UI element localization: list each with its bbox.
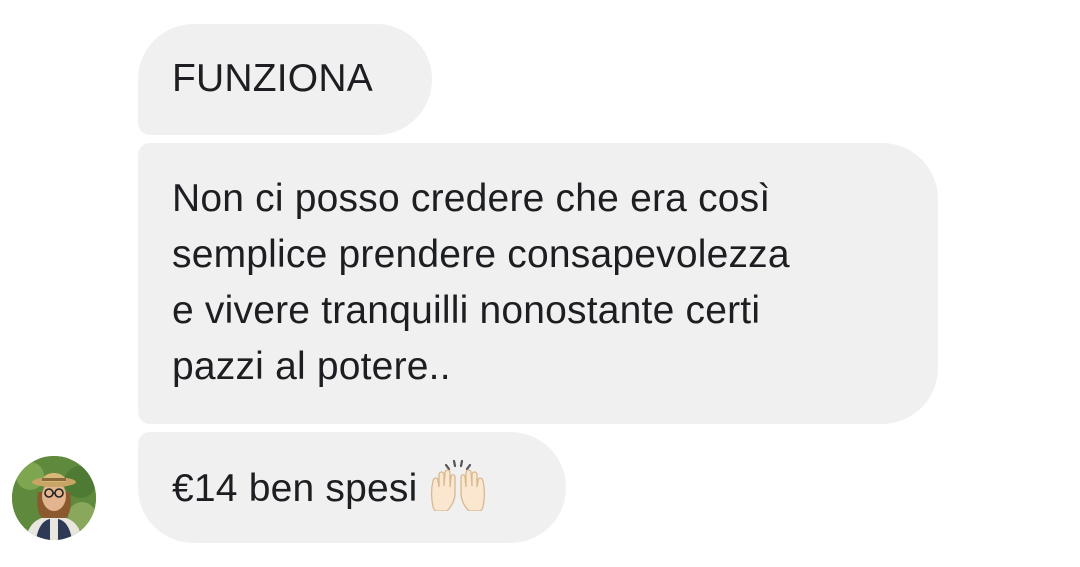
raising-hands-icon <box>427 459 489 511</box>
sender-avatar[interactable] <box>12 456 96 540</box>
message-bubble-long[interactable]: Non ci posso credere che era così sempli… <box>138 143 938 424</box>
message-bubble-funziona[interactable]: FUNZIONA <box>138 24 432 135</box>
message-text: FUNZIONA <box>172 57 373 100</box>
message-text: €14 ben spesi <box>172 467 418 510</box>
message-line: Non ci posso credere che era così <box>172 177 771 220</box>
message-bubble-price[interactable]: €14 ben spesi <box>138 432 566 543</box>
message-line: e vivere tranquilli nonostante certi <box>172 289 761 332</box>
message-line: semplice prendere consapevolezza <box>172 233 790 276</box>
message-line: pazzi al potere.. <box>172 345 451 388</box>
